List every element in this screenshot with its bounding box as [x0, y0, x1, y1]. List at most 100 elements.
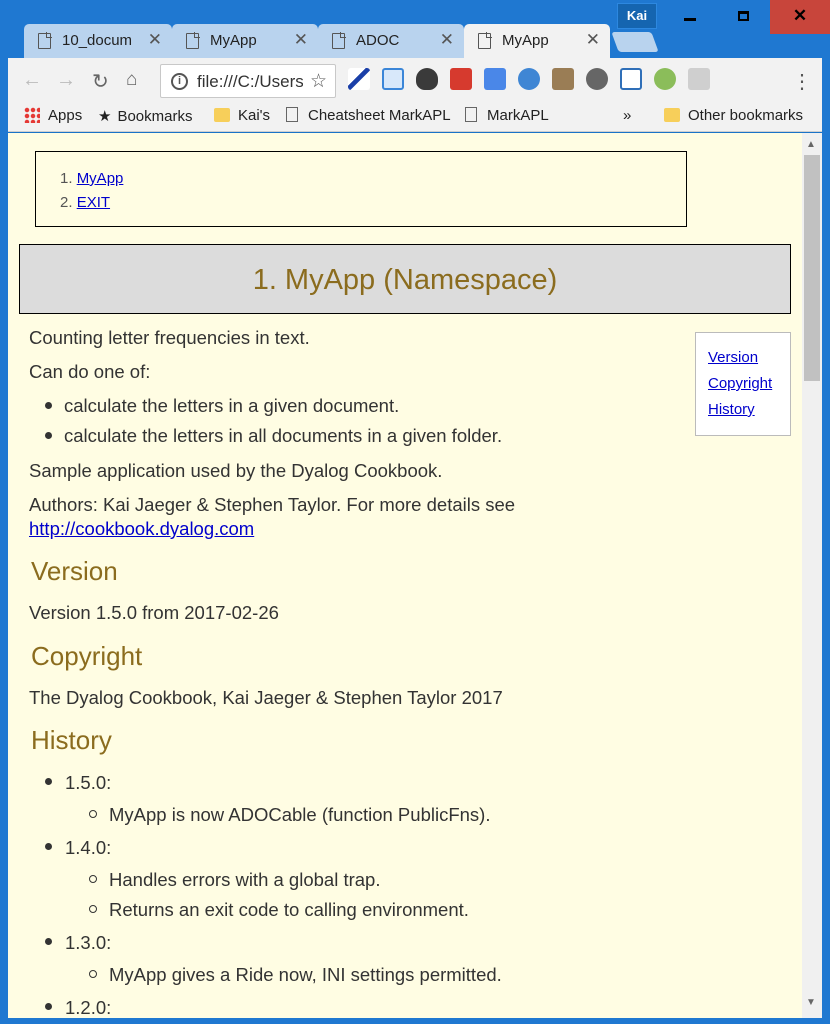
folder-icon — [214, 108, 230, 122]
address-bar[interactable]: i file:///C:/Users/kai/AppData/Local/Tem… — [160, 64, 336, 98]
new-tab-button[interactable] — [611, 32, 659, 52]
film-extension-icon[interactable] — [586, 68, 608, 90]
pen-extension-icon[interactable] — [348, 68, 370, 90]
can-do-text: Can do one of: — [29, 361, 151, 382]
close-icon: ✕ — [792, 6, 808, 25]
bookmark-label: MarkAPL — [487, 107, 549, 124]
browser-toolbar: ← → ↻ ⌂ i file:///C:/Users/kai/AppData/L… — [8, 58, 822, 104]
page-title: 1. MyApp (Namespace) — [19, 244, 791, 314]
home-icon[interactable]: ⌂ — [126, 69, 137, 91]
window-border-left — [0, 56, 8, 1024]
vertical-scrollbar[interactable]: ▲ ▼ — [802, 133, 822, 1018]
copyright-text: The Dyalog Cookbook, Kai Jaeger & Stephe… — [29, 687, 503, 708]
maximize-button[interactable] — [718, 0, 768, 34]
close-window-button[interactable]: ✕ — [770, 0, 830, 34]
page-icon — [465, 107, 477, 122]
profile-button[interactable]: Kai — [617, 3, 657, 29]
forward-icon[interactable]: → — [56, 69, 76, 92]
version-heading: Version — [31, 556, 118, 586]
maximize-icon — [737, 11, 749, 21]
copyright-heading: Copyright — [31, 641, 143, 671]
scroll-up-icon[interactable]: ▲ — [806, 139, 816, 150]
history-note: MyApp is now ADOCable (function PublicFn… — [109, 804, 491, 825]
minimize-icon — [684, 18, 696, 21]
window-border-right — [822, 56, 830, 1024]
tab-10-documentation[interactable]: 10_docum ✕ — [24, 24, 172, 58]
tab-close-icon[interactable]: ✕ — [440, 30, 454, 50]
url-text[interactable]: file:///C:/Users/kai/AppData/Local/Temp — [197, 72, 303, 92]
reload-icon[interactable]: ↻ — [92, 69, 109, 94]
bookmark-kais[interactable]: Kai's — [214, 107, 270, 124]
bookmark-label: Kai's — [238, 107, 271, 124]
google-translate-icon[interactable] — [484, 68, 506, 90]
y-extension-icon[interactable] — [518, 68, 540, 90]
toc-item: 1. MyApp — [60, 170, 123, 194]
tab-close-icon[interactable]: ✕ — [294, 30, 308, 50]
document-icon — [38, 32, 52, 49]
book-extension-icon[interactable] — [450, 68, 472, 90]
bookmark-bookmarks[interactable]: ★ Bookmarks — [98, 107, 192, 125]
bullet-icon — [45, 402, 52, 409]
circle-bullet-icon — [89, 875, 97, 883]
sidenav-link-version[interactable]: Version — [708, 349, 758, 366]
circle-bullet-icon — [89, 905, 97, 913]
history-note: Returns an exit code to calling environm… — [109, 899, 469, 920]
tab-adoc[interactable]: ADOC ✕ — [318, 24, 464, 58]
table-of-contents: 1. MyApp 2. EXIT — [35, 151, 687, 227]
bookmark-apps[interactable]: Apps — [24, 107, 82, 124]
bookmark-star-icon[interactable]: ☆ — [310, 70, 327, 93]
option-item: calculate the letters in all documents i… — [64, 425, 503, 446]
document-icon — [186, 32, 200, 49]
scroll-down-icon[interactable]: ▼ — [806, 997, 816, 1008]
back-icon[interactable]: ← — [22, 69, 42, 92]
toc-link-myapp[interactable]: MyApp — [77, 170, 124, 187]
history-version: 1.5.0: — [65, 772, 112, 793]
tab-close-icon[interactable]: ✕ — [586, 30, 600, 50]
bullet-icon — [45, 778, 52, 785]
js-extension-icon[interactable] — [654, 68, 676, 90]
evernote-icon[interactable] — [416, 68, 438, 90]
bullet-icon — [45, 843, 52, 850]
circle-bullet-icon — [89, 970, 97, 978]
history-note: MyApp gives a Ride now, INI settings per… — [109, 964, 502, 985]
bullet-icon — [45, 938, 52, 945]
bookmark-label: Bookmarks — [117, 108, 193, 125]
toc-number: 1. — [60, 170, 73, 187]
tab-label: 10_docum — [62, 32, 133, 49]
folder-icon — [664, 108, 680, 122]
bullet-icon — [45, 432, 52, 439]
bookmark-cheatsheet[interactable]: Cheatsheet MarkAPL — [286, 107, 451, 124]
toc-item: 2. EXIT — [60, 194, 123, 218]
bookmark-label: Apps — [48, 107, 83, 124]
tab-close-icon[interactable]: ✕ — [148, 30, 162, 50]
version-text: Version 1.5.0 from 2017-02-26 — [29, 602, 279, 623]
page-content: 1. MyApp 2. EXIT 1. MyApp (Namespace) Ve… — [8, 133, 802, 1018]
tab-myapp-active[interactable]: MyApp ✕ — [464, 24, 610, 58]
bookmark-label: Other bookmarks — [688, 107, 804, 124]
toc-link-exit[interactable]: EXIT — [77, 194, 110, 211]
history-version: 1.3.0: — [65, 932, 112, 953]
bookmarks-bar: Apps ★ Bookmarks Kai's Cheatsheet MarkAPL… — [8, 104, 822, 132]
star-icon: ★ — [98, 108, 112, 125]
menu-icon[interactable]: ⋮ — [792, 69, 812, 94]
lock-extension-icon[interactable] — [552, 68, 574, 90]
sidenav-link-history[interactable]: History — [708, 401, 755, 418]
sidenav-link-copyright[interactable]: Copyright — [708, 375, 772, 392]
cookbook-link[interactable]: http://cookbook.dyalog.com — [29, 518, 254, 539]
bookmark-other[interactable]: Other bookmarks — [664, 107, 803, 124]
tab-label: MyApp — [502, 32, 549, 49]
tab-label: ADOC — [356, 32, 400, 49]
tab-myapp[interactable]: MyApp ✕ — [172, 24, 318, 58]
apps-icon — [24, 107, 40, 123]
window-extension-icon[interactable] — [382, 68, 404, 90]
scroll-thumb[interactable] — [804, 155, 820, 381]
tab-label: MyApp — [210, 32, 257, 49]
g-extension-icon[interactable] — [688, 68, 710, 90]
history-version: 1.4.0: — [65, 837, 112, 858]
bookmark-markapl[interactable]: MarkAPL — [465, 107, 549, 124]
minimize-button[interactable] — [665, 0, 715, 34]
screenshot-extension-icon[interactable] — [620, 68, 642, 90]
info-icon[interactable]: i — [171, 73, 188, 90]
bookmarks-overflow[interactable]: » — [623, 107, 631, 124]
window-border-bottom — [0, 1018, 830, 1024]
